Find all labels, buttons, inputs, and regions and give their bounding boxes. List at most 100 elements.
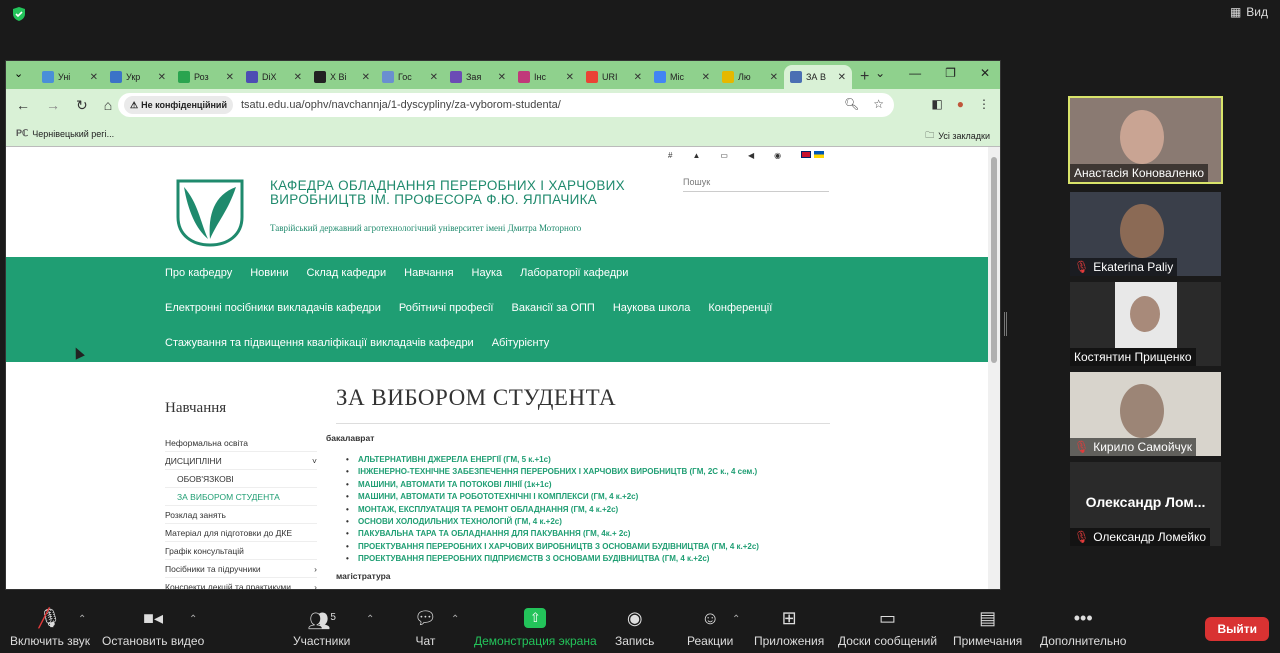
chevron-icon[interactable]: ˅: [312, 456, 317, 466]
address-bar[interactable]: ⚠ Не конфіденційний tsatu.edu.ua/ophv/na…: [118, 93, 894, 117]
restore-icon[interactable]: ❐: [945, 66, 956, 80]
tab-search-icon[interactable]: ⌄: [14, 67, 23, 80]
back-icon[interactable]: ←: [16, 97, 30, 113]
tab-close-icon[interactable]: ✕: [566, 72, 574, 83]
tab-close-icon[interactable]: ✕: [294, 72, 302, 83]
department-logo-icon[interactable]: [174, 177, 246, 247]
browser-tab[interactable]: DiX ✕: [240, 65, 308, 89]
participant-tile[interactable]: 🎙︎ Кирило Самойчук: [1070, 372, 1221, 456]
accessibility-icon[interactable]: ▲: [692, 151, 700, 160]
browser-tab[interactable]: Укр ✕: [104, 65, 172, 89]
site-search-input[interactable]: Пошук: [683, 177, 829, 192]
discipline-link[interactable]: ПАКУВАЛЬНА ТАРА ТА ОБЛАДНАННЯ ДЛЯ ПАКУВА…: [346, 529, 759, 541]
discipline-link[interactable]: ОСНОВИ ХОЛОДИЛЬНИХ ТЕХНОЛОГІЙ (ГМ, 4 к.+…: [346, 517, 759, 529]
sidebar-item[interactable]: Графік консультацій: [165, 542, 317, 560]
site-title[interactable]: КАФЕДРА ОБЛАДНАННЯ ПЕРЕРОБНИХ І ХАРЧОВИХ…: [270, 179, 650, 207]
video-options-caret-icon[interactable]: ⌃: [189, 614, 197, 625]
sidebar-item[interactable]: ОБОВ'ЯЗКОВІ: [165, 470, 317, 488]
discipline-link[interactable]: АЛЬТЕРНАТИВНІ ДЖЕРЕЛА ЕНЕРГІЇ (ГМ, 5 к.+…: [346, 455, 759, 467]
browser-tab[interactable]: Міс ✕: [648, 65, 716, 89]
minimize-icon[interactable]: —: [909, 66, 921, 80]
ua-flag-icon[interactable]: [814, 151, 825, 158]
menu-item[interactable]: Робітничі професії: [399, 302, 494, 314]
tab-close-icon[interactable]: ✕: [90, 72, 98, 83]
tab-close-icon[interactable]: ✕: [770, 72, 778, 83]
tab-close-icon[interactable]: ✕: [498, 72, 506, 83]
sidebar-item[interactable]: Розклад занять: [165, 506, 317, 524]
more-button[interactable]: ••• Дополнительно: [1040, 608, 1126, 648]
browser-tab[interactable]: X Ві ✕: [308, 65, 376, 89]
participant-tile[interactable]: 🎙︎ Ekaterina Paliy: [1070, 192, 1221, 276]
site-info-button[interactable]: ⚠ Не конфіденційний: [124, 96, 233, 114]
whiteboards-button[interactable]: ▭ Доски сообщений: [838, 608, 937, 648]
menu-item[interactable]: Наукова школа: [613, 302, 691, 314]
menu-item[interactable]: Лабораторії кафедри: [520, 267, 628, 279]
sidebar-item[interactable]: Неформальна освіта: [165, 434, 317, 452]
tab-close-icon[interactable]: ✕: [702, 72, 710, 83]
bookmark-item[interactable]: Pℂ Чернівецький регі...: [16, 128, 114, 139]
discipline-link[interactable]: ІНЖЕНЕРНО-ТЕХНІЧНЕ ЗАБЕЗПЕЧЕННЯ ПЕРЕРОБН…: [346, 467, 759, 479]
menu-item[interactable]: Стажування та підвищення кваліфікації ви…: [165, 337, 474, 349]
tabs-dropdown-icon[interactable]: ⌄: [875, 66, 885, 80]
sidebar-item[interactable]: Конспекти лекцій та практикуми ›: [165, 578, 317, 590]
home-icon[interactable]: ⌂: [104, 97, 112, 113]
sitemap-icon[interactable]: #: [668, 151, 672, 160]
all-bookmarks-button[interactable]: 🗀 Усі закладки: [925, 128, 990, 144]
menu-item[interactable]: Новини: [250, 267, 288, 279]
bookmark-star-icon[interactable]: ☆: [873, 97, 884, 111]
participants-button[interactable]: 👥︎5 Участники: [293, 608, 350, 648]
tab-close-icon[interactable]: ✕: [158, 72, 166, 83]
discipline-link[interactable]: ПРОЕКТУВАННЯ ПЕРЕРОБНИХ ПІДПРИЄМСТВ З ОС…: [346, 554, 759, 566]
sidebar-item[interactable]: ДИСЦИПЛІНИ ˅: [165, 452, 317, 470]
security-shield-icon[interactable]: [11, 6, 27, 22]
tab-close-icon[interactable]: ✕: [362, 72, 370, 83]
menu-dots-icon[interactable]: ⋮: [978, 97, 990, 111]
reactions-button[interactable]: ☺ Реакции: [687, 608, 733, 648]
url-text[interactable]: tsatu.edu.ua/ophv/navchannja/1-dyscyplin…: [241, 99, 561, 111]
view-button[interactable]: ▦ Вид: [1230, 5, 1268, 19]
menu-item[interactable]: Наука: [472, 267, 503, 279]
sound-icon[interactable]: ◀: [748, 151, 754, 160]
new-tab-button[interactable]: +: [860, 65, 869, 89]
browser-tab[interactable]: Гос ✕: [376, 65, 444, 89]
browser-tab[interactable]: Роз ✕: [172, 65, 240, 89]
tab-close-icon[interactable]: ✕: [226, 72, 234, 83]
menu-item[interactable]: Навчання: [404, 267, 453, 279]
chat-button[interactable]: 💬︎ Чат: [414, 608, 437, 648]
participant-tile[interactable]: Олександр Лом... 🎙︎ Олександр Ломейко: [1070, 462, 1221, 546]
chevron-icon[interactable]: ›: [314, 582, 317, 590]
discipline-link[interactable]: МАШИНИ, АВТОМАТИ ТА РОБОТОТЕХНІЧНІ І КОМ…: [346, 492, 759, 504]
share-screen-button[interactable]: ⇧ Демонстрация экрана: [474, 608, 597, 648]
monitor-icon[interactable]: ▭: [720, 151, 728, 160]
notes-button[interactable]: ▤ Примечания: [953, 608, 1022, 648]
uk-flag-icon[interactable]: [801, 151, 812, 158]
page-scrollbar[interactable]: [988, 147, 1000, 589]
participants-caret-icon[interactable]: ⌃: [366, 614, 374, 625]
eye-icon[interactable]: ◉: [774, 151, 781, 160]
discipline-link[interactable]: МОНТАЖ, ЕКСПЛУАТАЦІЯ ТА РЕМОНТ ОБЛАДНАНН…: [346, 505, 759, 517]
scroll-thumb[interactable]: [991, 157, 997, 363]
browser-tab[interactable]: Лю ✕: [716, 65, 784, 89]
audio-options-caret-icon[interactable]: ⌃: [78, 614, 86, 625]
menu-item[interactable]: Склад кафедри: [307, 267, 387, 279]
reactions-caret-icon[interactable]: ⌃: [732, 614, 740, 625]
discipline-link[interactable]: МАШИНИ, АВТОМАТИ ТА ПОТОКОВІ ЛІНІЇ (1к+1…: [346, 480, 759, 492]
browser-tab[interactable]: Уні ✕: [36, 65, 104, 89]
browser-tab[interactable]: Зая ✕: [444, 65, 512, 89]
browser-tab[interactable]: ЗА В ✕: [784, 65, 852, 89]
tab-close-icon[interactable]: ✕: [838, 72, 846, 83]
forward-icon[interactable]: →: [46, 97, 60, 113]
sidebar-item[interactable]: ЗА ВИБОРОМ СТУДЕНТА: [165, 488, 317, 506]
sidebar-item[interactable]: Посібники та підручники ›: [165, 560, 317, 578]
tab-close-icon[interactable]: ✕: [430, 72, 438, 83]
side-panel-icon[interactable]: ◧: [931, 97, 942, 111]
participant-tile[interactable]: Костянтин Прищенко: [1070, 282, 1221, 366]
reload-icon[interactable]: ↻: [76, 97, 88, 114]
record-button[interactable]: ◉ Запись: [615, 608, 654, 648]
tab-close-icon[interactable]: ✕: [634, 72, 642, 83]
menu-item[interactable]: Конференції: [708, 302, 772, 314]
zoom-magnifier-icon[interactable]: 🔍︎: [844, 97, 859, 111]
browser-tab[interactable]: Інс ✕: [512, 65, 580, 89]
menu-item[interactable]: Абітурієнту: [492, 337, 550, 349]
participant-tile[interactable]: Анастасія Коноваленко: [1068, 96, 1223, 184]
